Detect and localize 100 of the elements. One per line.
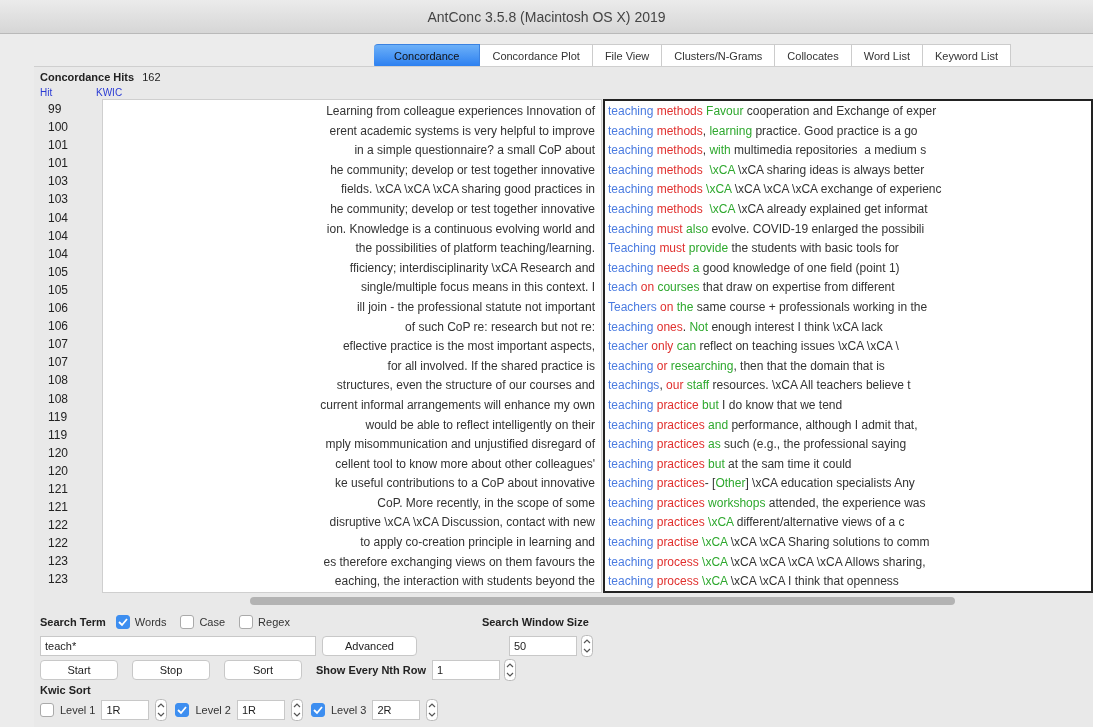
left-context: ion. Knowledge is a continuous evolving world and bbox=[325, 220, 595, 238]
hit-number: 121 bbox=[48, 480, 70, 498]
hits-count: 162 bbox=[142, 71, 161, 83]
hit-number: 119 bbox=[48, 408, 69, 426]
kwic-sort-label: Kwic Sort bbox=[40, 684, 91, 696]
checkbox[interactable] bbox=[40, 703, 54, 717]
left-context: single/multiple focus means in this context. I bbox=[359, 279, 595, 297]
kwic-line: teacher only can reflect on teaching issues \xCA \xCA \ bbox=[608, 338, 900, 356]
hit-number: 119 bbox=[48, 426, 69, 444]
left-context: ke useful contributions to a CoP about innovative bbox=[334, 475, 595, 493]
checkbox-label: Regex bbox=[258, 616, 290, 628]
stepper-icon[interactable] bbox=[155, 699, 168, 721]
left-context: structures, even the structure of our courses and bbox=[335, 377, 595, 395]
left-context: to apply co-creation principle in learning and bbox=[359, 534, 595, 552]
level-field[interactable]: 2R bbox=[372, 700, 421, 720]
action-button[interactable]: Start bbox=[40, 660, 118, 680]
left-context: CoP. More recently, in the scope of some bbox=[376, 494, 595, 512]
tab[interactable]: Concordance bbox=[374, 44, 481, 68]
kwic-line: teaching needs a good knowledge of one field (point 1) bbox=[608, 259, 901, 277]
search-field[interactable]: teach* bbox=[40, 636, 316, 656]
kwic-line: teaching or researching, then that the domain that is bbox=[608, 357, 886, 375]
kwic-line: teaching ones. Not enough interest I think \xCA lack bbox=[608, 318, 884, 336]
kwic-line: teaching practice but I do know that we tend bbox=[608, 396, 844, 414]
kwic-line: teaching practices- [Other] \xCA education specialists Any bbox=[608, 475, 916, 493]
left-context: he community; develop or test together innovative bbox=[329, 200, 595, 218]
action-button[interactable]: Stop bbox=[132, 660, 210, 680]
hit-number: 123 bbox=[48, 553, 70, 571]
window-title: AntConc 3.5.8 (Macintosh OS X) 2019 bbox=[427, 8, 666, 25]
hit-number: 103 bbox=[48, 191, 70, 209]
left-context: he community; develop or test together innovative bbox=[329, 161, 595, 179]
left-context: for all involved. If the shared practice is bbox=[386, 357, 595, 375]
left-context: eflective practice is the most important aspects, bbox=[341, 338, 595, 356]
hit-number: 120 bbox=[48, 444, 70, 462]
window-size-field[interactable]: 50 bbox=[509, 636, 577, 656]
checkbox[interactable] bbox=[239, 615, 254, 629]
checkbox[interactable] bbox=[175, 703, 190, 717]
hit-number: 120 bbox=[48, 462, 70, 480]
checkbox[interactable] bbox=[115, 615, 130, 629]
tab[interactable]: Concordance Plot bbox=[480, 44, 593, 68]
kwic-line: teaching methods, learning practice. Good practice is a go bbox=[608, 122, 919, 140]
left-context: the possibilities of platform teaching/learning. bbox=[354, 240, 595, 258]
nth-row-label: Show Every Nth Row bbox=[316, 664, 427, 676]
left-context: Learning from colleague experiences Innovation of bbox=[325, 103, 595, 120]
left-context: cellent tool to know more about other colleagues' bbox=[334, 455, 595, 473]
stepper-icon[interactable] bbox=[290, 699, 303, 721]
search-term-label: Search Term bbox=[40, 616, 106, 628]
left-context: disruptive \xCA \xCA Discussion, contact with new bbox=[328, 514, 595, 532]
kwic-line: teaching methods \xCA \xCA \xCA \xCA exchange of experienc bbox=[608, 181, 943, 199]
kwic-line: Teaching must provide the students with basic tools for bbox=[608, 240, 900, 258]
hit-number: 104 bbox=[48, 227, 70, 245]
left-context: current informal arrangements will enhance my own bbox=[319, 396, 595, 414]
stepper-icon[interactable] bbox=[426, 699, 439, 721]
kwic-line: teaching must also evolve. COVID-19 enlarged the possibili bbox=[608, 220, 926, 238]
hit-number: 106 bbox=[48, 300, 70, 318]
checkbox-label: Case bbox=[199, 616, 226, 628]
kwic-line: teaching methods Favour cooperation and Exchange of exper bbox=[608, 103, 938, 120]
kwic-line: teaching methods \xCA \xCA already explained get informat bbox=[608, 200, 929, 218]
window-size-label: Search Window Size bbox=[481, 616, 589, 628]
hit-number: 105 bbox=[48, 281, 70, 299]
left-context: ill join - the professional statute not important bbox=[355, 298, 595, 316]
level-field[interactable]: 1R bbox=[101, 700, 150, 720]
hit-number: 107 bbox=[48, 336, 70, 354]
advanced-button[interactable]: Advanced bbox=[322, 636, 417, 656]
hit-number: 108 bbox=[48, 390, 70, 408]
hit-number: 121 bbox=[48, 499, 70, 517]
hit-number: 99 bbox=[48, 101, 63, 118]
tab[interactable]: Collocates bbox=[775, 44, 852, 68]
hit-number: 104 bbox=[48, 209, 70, 227]
hit-number: 106 bbox=[48, 318, 70, 336]
hit-number: 122 bbox=[48, 535, 70, 553]
kwic-line: teaching practices as such (e.g., the professional saying bbox=[608, 436, 908, 454]
level-label: Level 1 bbox=[60, 704, 96, 716]
stepper-icon[interactable] bbox=[581, 635, 593, 657]
left-context: fficiency; interdisciplinarity \xCA Research and bbox=[348, 259, 595, 277]
kwic-line: teachings, our staff resources. \xCA All teachers believe t bbox=[608, 377, 912, 395]
left-context: es therefore exchanging views on them favours the bbox=[322, 553, 595, 571]
level-field[interactable]: 1R bbox=[236, 700, 285, 720]
hit-number: 108 bbox=[48, 372, 70, 390]
column-header: KWIC bbox=[96, 86, 123, 98]
checkbox[interactable] bbox=[180, 615, 195, 629]
nth-row-field[interactable]: 1 bbox=[432, 660, 501, 680]
stepper-icon[interactable] bbox=[504, 659, 517, 681]
tab[interactable]: Keyword List bbox=[922, 44, 1011, 68]
scrollbar[interactable] bbox=[250, 597, 955, 605]
kwic-line: teaching practices workshops attended, the experience was bbox=[608, 494, 927, 512]
tab[interactable]: Clusters/N-Grams bbox=[662, 44, 776, 68]
hit-number: 103 bbox=[48, 173, 70, 191]
hit-number: 122 bbox=[48, 517, 70, 535]
checkbox-label: Words bbox=[134, 616, 167, 628]
hit-number: 101 bbox=[48, 137, 70, 155]
kwic-line: teaching methods, with multimedia repositories a medium s bbox=[608, 142, 928, 160]
left-context: would be able to reflect intelligently on their bbox=[364, 416, 595, 434]
left-context: eaching, the interaction with students beyond the bbox=[333, 573, 595, 591]
column-header: Hit bbox=[40, 86, 54, 98]
kwic-line: teaching practices and performance, although I admit that, bbox=[608, 416, 919, 434]
action-button[interactable]: Sort bbox=[224, 660, 302, 680]
hit-number: 105 bbox=[48, 263, 70, 281]
kwic-line: teach on courses that draw on expertise from different bbox=[608, 279, 896, 297]
hit-number: 100 bbox=[48, 119, 70, 137]
checkbox[interactable] bbox=[310, 703, 325, 717]
